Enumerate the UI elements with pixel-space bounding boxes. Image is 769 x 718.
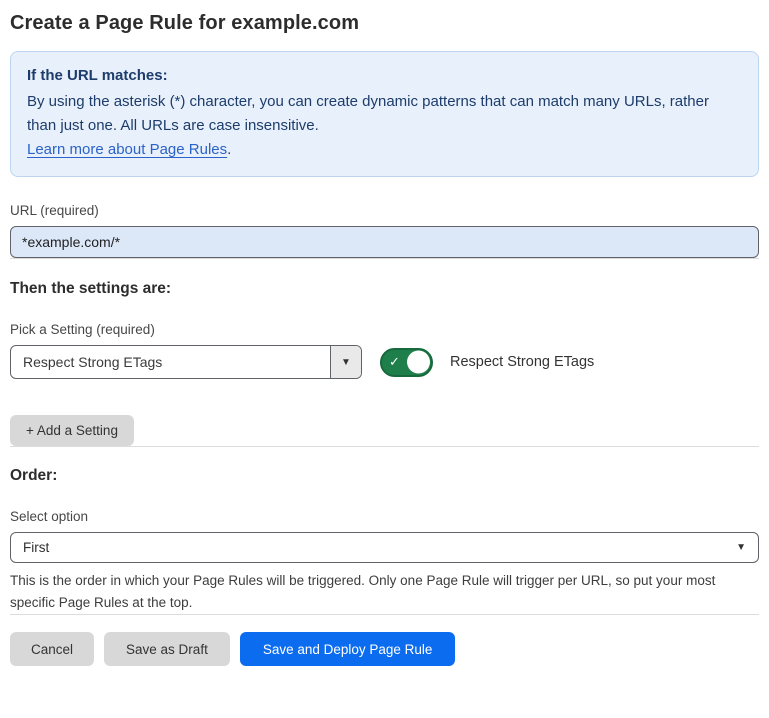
- order-section-heading: Order:: [10, 467, 759, 485]
- learn-more-link[interactable]: Learn more about Page Rules: [27, 141, 227, 158]
- toggle-knob: [407, 351, 430, 374]
- divider: [10, 258, 759, 259]
- divider: [10, 446, 759, 447]
- chevron-down-icon: ▼: [736, 542, 746, 553]
- order-select-value: First: [23, 540, 49, 555]
- setting-toggle[interactable]: ✓: [380, 348, 433, 377]
- add-setting-button[interactable]: + Add a Setting: [10, 415, 134, 446]
- info-box-link-line: Learn more about Page Rules.: [27, 138, 742, 162]
- settings-section-heading: Then the settings are:: [10, 280, 759, 298]
- save-and-deploy-button[interactable]: Save and Deploy Page Rule: [240, 632, 456, 666]
- toggle-label: Respect Strong ETags: [450, 354, 594, 370]
- order-select-label: Select option: [10, 509, 759, 524]
- setting-picker-label: Pick a Setting (required): [10, 322, 759, 337]
- link-period: .: [227, 141, 231, 158]
- create-page-rule-panel: Create a Page Rule for example.com If th…: [0, 0, 769, 666]
- url-match-info-box: If the URL matches: By using the asteris…: [10, 51, 759, 177]
- save-as-draft-button[interactable]: Save as Draft: [104, 632, 230, 666]
- info-box-body: By using the asterisk (*) character, you…: [27, 90, 742, 138]
- setting-dropdown[interactable]: Respect Strong ETags ▼: [10, 345, 362, 379]
- cancel-button[interactable]: Cancel: [10, 632, 94, 666]
- setting-row: Respect Strong ETags ▼ ✓ Respect Strong …: [10, 345, 759, 379]
- footer-actions: Cancel Save as Draft Save and Deploy Pag…: [10, 632, 759, 666]
- setting-dropdown-value: Respect Strong ETags: [11, 346, 330, 378]
- url-field-label: URL (required): [10, 203, 759, 218]
- order-help-text: This is the order in which your Page Rul…: [10, 570, 755, 614]
- info-box-heading: If the URL matches:: [27, 64, 742, 88]
- page-title: Create a Page Rule for example.com: [10, 12, 759, 35]
- order-select[interactable]: First ▼: [10, 532, 759, 563]
- check-icon: ✓: [389, 355, 400, 368]
- divider: [10, 614, 759, 615]
- url-input[interactable]: [10, 226, 759, 258]
- dropdown-arrow-icon[interactable]: ▼: [330, 346, 361, 378]
